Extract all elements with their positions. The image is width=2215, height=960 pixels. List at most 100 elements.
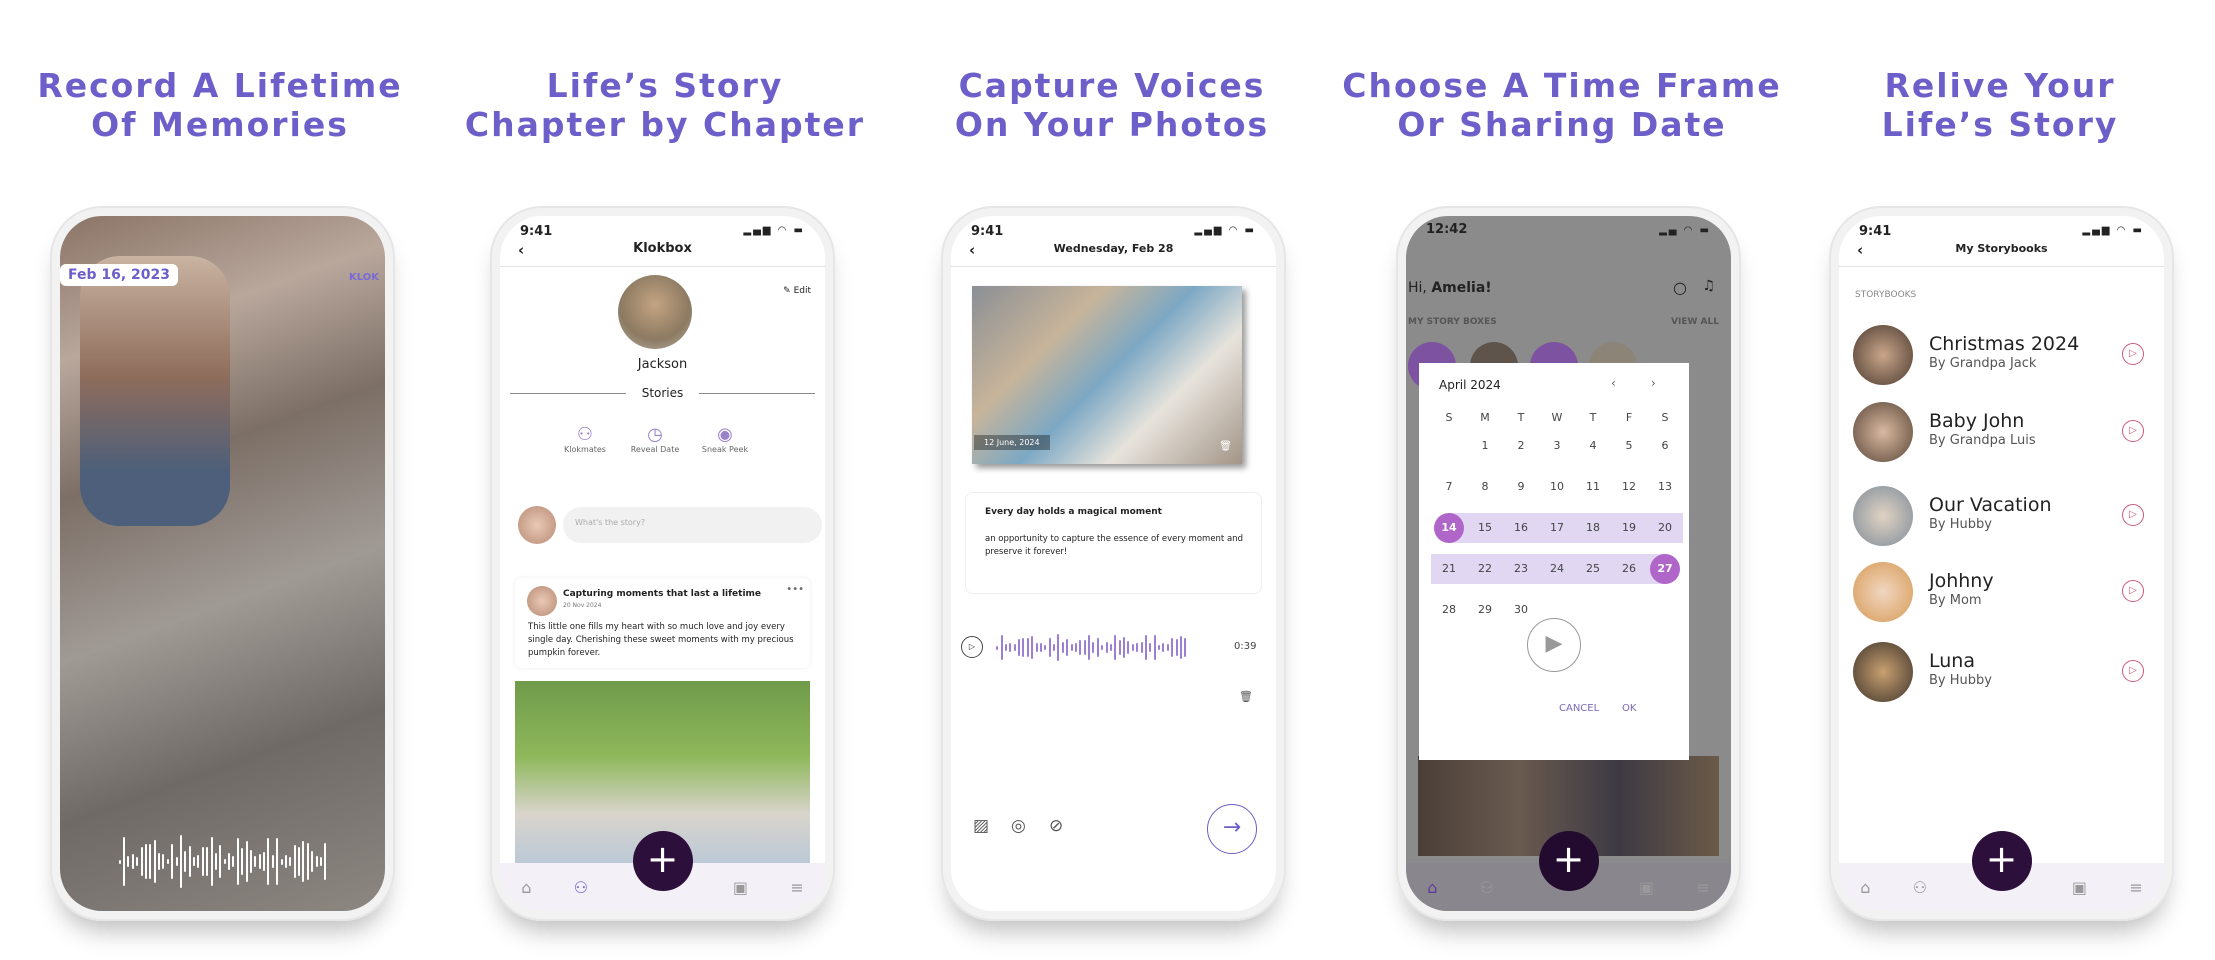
calendar-day[interactable]: 30 bbox=[1503, 595, 1539, 625]
storybook-item[interactable]: Christmas 2024 By Grandpa Jack ▷ bbox=[1853, 323, 2150, 387]
add-button[interactable]: + bbox=[1538, 831, 1599, 891]
next-month-icon[interactable]: › bbox=[1651, 376, 1656, 390]
delete-audio-icon[interactable]: 🗑 bbox=[1239, 690, 1253, 703]
back-icon[interactable]: ‹ bbox=[969, 241, 975, 259]
play-icon[interactable]: ▷ bbox=[2122, 660, 2144, 682]
play-icon[interactable]: ▷ bbox=[2122, 420, 2144, 442]
add-button[interactable]: + bbox=[1971, 831, 2032, 891]
calendar-day[interactable]: 19 bbox=[1611, 513, 1647, 543]
waveform-bar bbox=[263, 852, 266, 871]
play-icon[interactable]: ▶ bbox=[1527, 618, 1581, 672]
story-input[interactable]: What's the story? bbox=[563, 507, 822, 543]
next-button[interactable]: → bbox=[1207, 804, 1257, 854]
add-button[interactable]: + bbox=[632, 831, 693, 891]
calendar-day[interactable]: 24 bbox=[1539, 554, 1575, 584]
waveform-bar bbox=[1101, 645, 1104, 650]
status-icons: ▂▄▆ ◠ ▬ bbox=[743, 225, 805, 236]
camera-icon[interactable]: ◎ bbox=[1011, 816, 1026, 836]
gift-icon[interactable]: ▣ bbox=[1639, 878, 1654, 897]
waveform-bar bbox=[1039, 643, 1042, 652]
ok-button[interactable]: OK bbox=[1622, 703, 1636, 714]
waveform-bar bbox=[158, 853, 161, 870]
calendar-day[interactable]: 16 bbox=[1503, 513, 1539, 543]
calendar-day[interactable]: 8 bbox=[1467, 472, 1503, 502]
calendar-day[interactable]: 23 bbox=[1503, 554, 1539, 584]
waveform-bar bbox=[236, 838, 239, 885]
action-klokmates[interactable]: ⚇ Klokmates bbox=[560, 424, 610, 454]
calendar-day[interactable]: 5 bbox=[1611, 431, 1647, 461]
waveform-bar bbox=[1079, 639, 1082, 656]
calendar-day[interactable]: 13 bbox=[1647, 472, 1683, 502]
storybook-item[interactable]: Johhny By Mom ▷ bbox=[1853, 560, 2150, 624]
waveform-bar bbox=[1179, 636, 1182, 659]
calendar-day[interactable]: 2 bbox=[1503, 431, 1539, 461]
calendar-day[interactable]: 20 bbox=[1647, 513, 1683, 543]
menu-icon[interactable]: ≡ bbox=[2129, 878, 2142, 897]
storybook-item[interactable]: Baby John By Grandpa Luis ▷ bbox=[1853, 400, 2150, 464]
calendar-day[interactable]: 4 bbox=[1575, 431, 1611, 461]
search-icon[interactable]: ○ bbox=[1673, 278, 1687, 297]
menu-icon[interactable]: ≡ bbox=[790, 878, 803, 897]
calendar-day[interactable]: 14 bbox=[1434, 513, 1464, 543]
calendar-day[interactable]: 18 bbox=[1575, 513, 1611, 543]
calendar-day[interactable]: 17 bbox=[1539, 513, 1575, 543]
play-icon[interactable]: ▷ bbox=[2122, 504, 2144, 526]
calendar-day[interactable]: 26 bbox=[1611, 554, 1647, 584]
trash-icon[interactable]: 🗑 bbox=[1219, 441, 1232, 452]
caption-card[interactable]: Every day holds a magical moment an oppo… bbox=[965, 492, 1262, 594]
calendar-day[interactable]: 15 bbox=[1467, 513, 1503, 543]
home-icon[interactable]: ⌂ bbox=[1860, 878, 1870, 897]
waveform-bar bbox=[140, 846, 143, 877]
waveform-bar bbox=[188, 846, 191, 877]
memory-photo[interactable]: 12 June, 2024 🗑 bbox=[972, 286, 1242, 464]
cancel-button[interactable]: CANCEL bbox=[1559, 703, 1599, 714]
calendar-day[interactable]: 10 bbox=[1539, 472, 1575, 502]
play-icon[interactable]: ▷ bbox=[2122, 580, 2144, 602]
calendar-day[interactable]: 3 bbox=[1539, 431, 1575, 461]
waveform-bar bbox=[1140, 642, 1143, 653]
home-icon[interactable]: ⌂ bbox=[521, 878, 531, 897]
people-icon[interactable]: ⚇ bbox=[1480, 878, 1494, 897]
play-button[interactable]: ▷ bbox=[961, 636, 983, 658]
caption-body: an opportunity to capture the essence of… bbox=[985, 534, 1243, 557]
headline-line: On Your Photos bbox=[954, 105, 1270, 144]
calendar-day[interactable]: 6 bbox=[1647, 431, 1683, 461]
menu-icon[interactable]: ≡ bbox=[1696, 878, 1709, 897]
calendar-day[interactable]: 1 bbox=[1467, 431, 1503, 461]
gallery-icon[interactable]: ▨ bbox=[973, 816, 989, 836]
calendar-day[interactable]: 25 bbox=[1575, 554, 1611, 584]
calendar-day[interactable]: 12 bbox=[1611, 472, 1647, 502]
prev-month-icon[interactable]: ‹ bbox=[1611, 376, 1616, 390]
gift-icon[interactable]: ▣ bbox=[2072, 878, 2087, 897]
more-icon[interactable]: ••• bbox=[786, 584, 804, 595]
play-icon[interactable]: ▷ bbox=[2122, 343, 2144, 365]
calendar-day[interactable]: 22 bbox=[1467, 554, 1503, 584]
edit-button[interactable]: ✎ Edit bbox=[783, 286, 811, 296]
calendar-day[interactable]: 29 bbox=[1467, 595, 1503, 625]
action-reveal-date[interactable]: ◷ Reveal Date bbox=[628, 424, 682, 454]
status-time: 9:41 bbox=[520, 224, 553, 239]
back-icon[interactable]: ‹ bbox=[1857, 241, 1863, 259]
storybook-item[interactable]: Luna By Hubby ▷ bbox=[1853, 640, 2150, 704]
home-icon[interactable]: ⌂ bbox=[1427, 878, 1437, 897]
calendar-day[interactable]: 9 bbox=[1503, 472, 1539, 502]
attach-icon[interactable]: ⊘ bbox=[1049, 816, 1063, 836]
audio-waveform bbox=[64, 826, 381, 896]
people-icon[interactable]: ⚇ bbox=[574, 878, 588, 897]
calendar-day[interactable]: 11 bbox=[1575, 472, 1611, 502]
storybook-item[interactable]: Our Vacation By Hubby ▷ bbox=[1853, 484, 2150, 548]
calendar-day[interactable]: 28 bbox=[1431, 595, 1467, 625]
calendar-day[interactable]: 7 bbox=[1431, 472, 1467, 502]
storybook-author: By Hubby bbox=[1929, 517, 1992, 532]
audio-waveform[interactable] bbox=[995, 632, 1225, 662]
calendar-day[interactable]: 27 bbox=[1650, 554, 1680, 584]
back-icon[interactable]: ‹ bbox=[518, 241, 524, 259]
action-sneak-peek[interactable]: ◉ Sneak Peek bbox=[698, 424, 752, 454]
view-all-link[interactable]: VIEW ALL bbox=[1671, 317, 1719, 327]
people-icon[interactable]: ⚇ bbox=[1913, 878, 1927, 897]
video-screen[interactable]: Feb 16, 2023 KLOK bbox=[60, 216, 385, 911]
profile-avatar[interactable] bbox=[618, 275, 692, 349]
gift-icon[interactable]: ▣ bbox=[733, 878, 748, 897]
calendar-day[interactable]: 21 bbox=[1431, 554, 1467, 584]
bell-icon[interactable]: ♫ bbox=[1702, 278, 1715, 294]
